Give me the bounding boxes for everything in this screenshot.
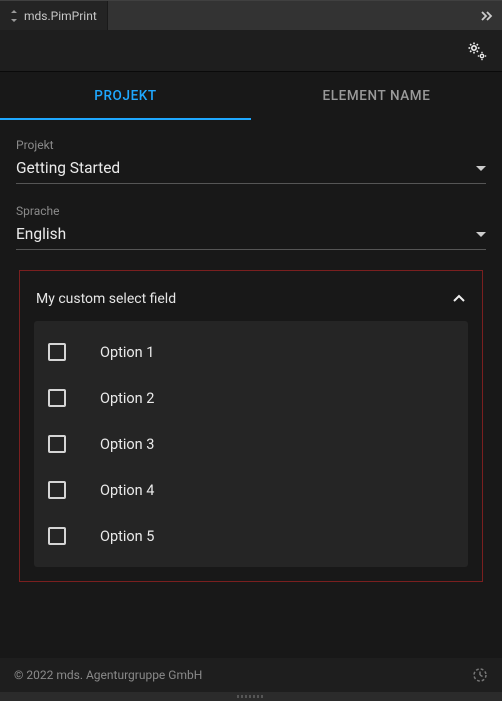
options-list: Option 1 Option 2 Option 3 Option 4 Opti… — [34, 321, 468, 567]
sprache-select[interactable]: English — [16, 221, 486, 250]
checkbox[interactable] — [48, 481, 66, 499]
checkbox[interactable] — [48, 343, 66, 361]
checkbox[interactable] — [48, 527, 66, 545]
tab-label: ELEMENT NAME — [323, 88, 431, 104]
checkbox[interactable] — [48, 435, 66, 453]
top-bar-spacer — [108, 1, 472, 30]
copyright-text: © 2022 mds. Agenturgruppe GmbH — [14, 668, 202, 682]
chevron-up-icon — [452, 294, 466, 304]
field-projekt: Projekt Getting Started — [16, 138, 486, 184]
field-value: Getting Started — [16, 159, 120, 177]
tab-element-name[interactable]: ELEMENT NAME — [251, 72, 502, 120]
checkbox[interactable] — [48, 389, 66, 407]
settings-gears-icon[interactable] — [466, 40, 488, 62]
list-item[interactable]: Option 2 — [34, 375, 468, 421]
tab-projekt[interactable]: PROJEKT — [0, 72, 251, 120]
grip-icon — [237, 695, 265, 698]
module-tab-bar: mds.PimPrint — [0, 0, 502, 30]
chevron-down-icon — [476, 232, 486, 237]
field-sprache: Sprache English — [16, 204, 486, 250]
drag-handle-icon — [10, 10, 18, 22]
resize-handle[interactable] — [0, 692, 502, 701]
option-label: Option 2 — [100, 390, 154, 407]
option-label: Option 5 — [100, 528, 154, 545]
list-item[interactable]: Option 3 — [34, 421, 468, 467]
list-item[interactable]: Option 5 — [34, 513, 468, 559]
list-item[interactable]: Option 4 — [34, 467, 468, 513]
list-item[interactable]: Option 1 — [34, 329, 468, 375]
panel-title: My custom select field — [36, 291, 176, 307]
module-tab-label: mds.PimPrint — [24, 9, 97, 23]
info-clock-icon[interactable] — [472, 667, 488, 683]
form-area: Projekt Getting Started Sprache English … — [0, 120, 502, 610]
option-label: Option 1 — [100, 344, 154, 361]
field-label: Sprache — [16, 204, 486, 218]
footer: © 2022 mds. Agenturgruppe GmbH — [0, 658, 502, 692]
tab-label: PROJEKT — [94, 88, 157, 104]
tabs: PROJEKT ELEMENT NAME — [0, 72, 502, 120]
option-label: Option 3 — [100, 436, 154, 453]
module-tab[interactable]: mds.PimPrint — [0, 1, 108, 30]
custom-select-panel: My custom select field Option 1 Option 2… — [19, 270, 483, 582]
field-value: English — [16, 225, 66, 243]
expand-panel-button[interactable] — [472, 1, 502, 30]
projekt-select[interactable]: Getting Started — [16, 155, 486, 184]
field-label: Projekt — [16, 138, 486, 152]
option-label: Option 4 — [100, 482, 154, 499]
chevron-down-icon — [476, 166, 486, 171]
toolbar — [0, 30, 502, 72]
custom-select-header[interactable]: My custom select field — [34, 285, 468, 321]
